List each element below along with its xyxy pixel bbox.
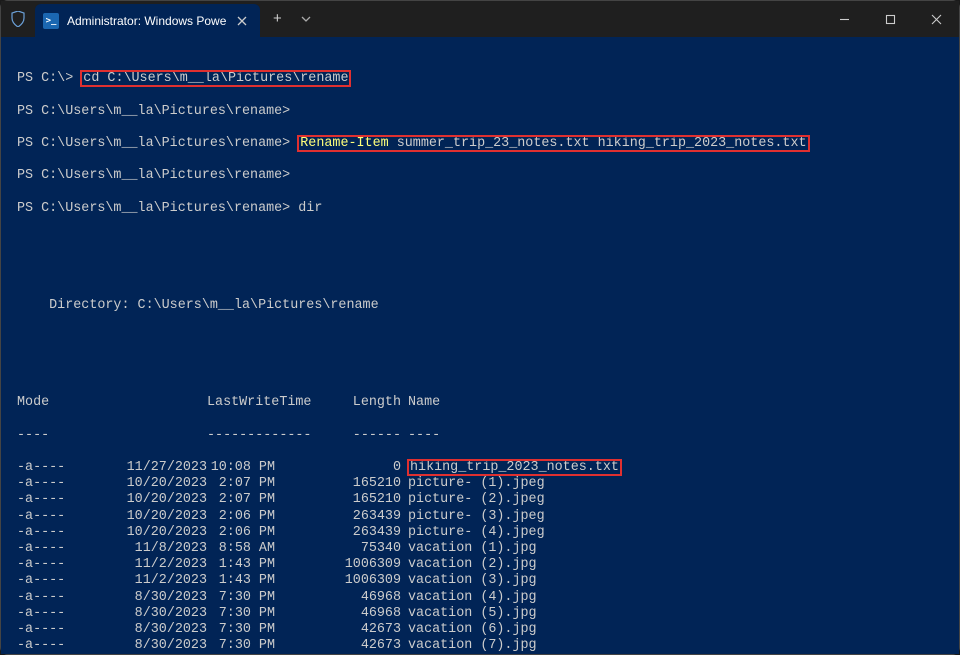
terminal-line: PS C:\Users\m__la\Pictures\rename> — [17, 104, 943, 120]
minimize-button[interactable] — [821, 1, 867, 37]
tab-dropdown-button[interactable] — [294, 1, 318, 37]
file-name: vacation (7).jpg — [401, 638, 537, 654]
terminal-line: PS C:\Users\m__la\Pictures\rename> dir — [17, 201, 943, 217]
maximize-button[interactable] — [867, 1, 913, 37]
highlight-renamed-file: hiking_trip_2023_notes.txt — [408, 460, 621, 475]
highlight-cd-command: cd C:\Users\m__la\Pictures\rename — [81, 71, 350, 86]
file-name: picture- (4).jpeg — [401, 525, 545, 541]
table-row: -a----10/20/20232:07 PM165210picture- (1… — [17, 476, 943, 492]
table-row: -a----11/8/20238:58 AM75340vacation (1).… — [17, 541, 943, 557]
cmdlet-name: Rename-Item — [300, 136, 388, 151]
tab-close-button[interactable] — [234, 13, 250, 29]
tab-active[interactable]: >_ Administrator: Windows Powe — [35, 4, 260, 37]
directory-label: Directory: C:\Users\m__la\Pictures\renam… — [17, 298, 943, 314]
file-name: vacation (3).jpg — [401, 573, 537, 589]
table-row: -a----8/30/20237:30 PM46968vacation (5).… — [17, 606, 943, 622]
file-name: vacation (6).jpg — [401, 622, 537, 638]
table-divider: --------------------------- — [17, 428, 943, 444]
table-row: -a----8/30/20237:30 PM46968vacation (4).… — [17, 590, 943, 606]
tab-title: Administrator: Windows Powe — [67, 14, 226, 28]
close-button[interactable] — [913, 1, 959, 37]
col-length-header: Length — [285, 395, 401, 411]
shield-icon — [1, 1, 35, 37]
titlebar: >_ Administrator: Windows Powe + — [1, 1, 959, 37]
terminal-pane[interactable]: PS C:\> cd C:\Users\m__la\Pictures\renam… — [1, 37, 959, 654]
file-name: vacation (2).jpg — [401, 557, 537, 573]
col-mode-header: Mode — [17, 395, 107, 411]
highlight-rename-command: Rename-Item summer_trip_23_notes.txt hik… — [298, 136, 808, 151]
table-row: -a----11/2/20231:43 PM1006309vacation (2… — [17, 557, 943, 573]
file-name: picture- (3).jpeg — [401, 509, 545, 525]
col-lwt-header — [107, 395, 207, 411]
table-row: -a----11/2/20231:43 PM1006309vacation (3… — [17, 573, 943, 589]
table-row: -a----8/30/20237:30 PM42673vacation (7).… — [17, 638, 943, 654]
table-row: -a----8/30/20237:30 PM42673vacation (6).… — [17, 622, 943, 638]
file-name: hiking_trip_2023_notes.txt — [401, 460, 621, 476]
window-controls — [821, 1, 959, 37]
table-row: -a----11/27/202310:08 PM0hiking_trip_202… — [17, 460, 943, 476]
file-name: vacation (4).jpg — [401, 590, 537, 606]
new-tab-button[interactable]: + — [260, 1, 294, 37]
terminal-line: PS C:\Users\m__la\Pictures\rename> Renam… — [17, 136, 943, 152]
directory-listing: -a----11/27/202310:08 PM0hiking_trip_202… — [17, 460, 943, 654]
titlebar-drag-area[interactable] — [318, 1, 821, 37]
file-name: vacation (5).jpg — [401, 606, 537, 622]
powershell-icon: >_ — [43, 13, 59, 29]
terminal-line: PS C:\Users\m__la\Pictures\rename> — [17, 168, 943, 184]
file-name: picture- (2).jpeg — [401, 492, 545, 508]
table-row: -a----10/20/20232:07 PM165210picture- (2… — [17, 492, 943, 508]
terminal-line: PS C:\> cd C:\Users\m__la\Pictures\renam… — [17, 71, 943, 87]
file-name: vacation (1).jpg — [401, 541, 537, 557]
table-row: -a----10/20/20232:06 PM263439picture- (4… — [17, 525, 943, 541]
table-header: ModeLastWriteTimeLengthName — [17, 395, 943, 411]
col-name-header: Name — [401, 395, 440, 411]
file-name: picture- (1).jpeg — [401, 476, 545, 492]
table-row: -a----10/20/20232:06 PM263439picture- (3… — [17, 509, 943, 525]
